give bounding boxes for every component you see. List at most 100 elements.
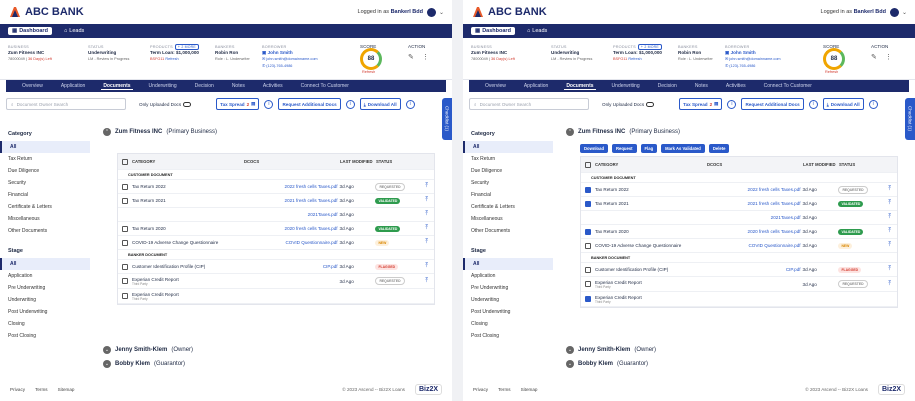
row-checkbox[interactable] [585,296,591,302]
tab-application[interactable]: Application [59,83,87,89]
table-row[interactable]: Customer Identification Profile (CIP) CIP… [118,260,434,274]
row-doc-link[interactable]: 2020 fresh cells Taxes.pdf [232,226,340,231]
owner-group-guarantor[interactable]: ⌄ Bobby Klem (Guarantor) [103,360,185,368]
owner-group-guarantor[interactable]: ⌄ Bobby Klem (Guarantor) [566,360,648,368]
row-checkbox[interactable] [122,239,128,246]
upload-icon[interactable]: ⤒ [425,183,428,190]
row-doc-link[interactable]: 2021 fresh cells Taxes.pdf [695,201,803,206]
row-checkbox[interactable] [585,242,591,249]
row-checkbox[interactable] [122,183,128,190]
category-item[interactable]: Miscellaneous [0,213,90,225]
table-row[interactable]: Experian Credit Report Third Party 3d Ago R… [581,277,897,292]
nav-dashboard[interactable]: ▦ Dashboard [471,27,515,35]
borrower-email[interactable]: ✉ john.smith@domainname.com [725,56,781,62]
chevron-down-icon[interactable]: ⌄ [902,9,907,16]
row-doc-link[interactable]: 2022 fresh cells Taxes.pdf [695,187,803,192]
bulk-delete-button[interactable]: Delete [708,144,730,153]
row-doc-link[interactable]: CIP.pdf [695,267,803,272]
category-item[interactable]: All [0,141,90,153]
category-item[interactable]: Other Documents [463,225,553,237]
row-checkbox[interactable] [122,197,128,204]
nav-leads[interactable]: ⌂ Leads [523,27,551,35]
owner-group-primary[interactable]: ⌃ Zum Fitness INC (Primary Business) [566,128,680,136]
product-refresh-link[interactable]: Refresh [628,57,641,61]
nav-dashboard[interactable]: ▦ Dashboard [8,27,52,35]
owner-search-input[interactable]: ⌕ Document Owner Search [6,98,126,110]
owner-group-owner[interactable]: ⌄ Jenny Smith-Klem (Owner) [566,346,656,354]
upload-icon[interactable]: ⤒ [425,211,428,218]
more-products-button[interactable]: + 2 MORE [174,44,199,50]
tab-documents[interactable]: Documents [564,83,596,90]
tab-overview[interactable]: Overview [20,83,45,89]
terms-link[interactable]: Terms [35,387,48,392]
row-doc-link[interactable]: COVID Questionnaire.pdf [695,243,803,248]
tax-spread-button[interactable]: Tax Spread 2 ▤ [216,98,260,110]
brand-logo[interactable]: ABC BANK [471,5,547,19]
row-doc-link[interactable]: 2021Taxes.pdf [232,212,340,217]
terms-link[interactable]: Terms [498,387,511,392]
stage-item[interactable]: Post Closing [463,330,553,342]
privacy-link[interactable]: Privacy [10,387,25,392]
category-item[interactable]: Tax Return [463,153,553,165]
bulk-mark-as-validated-button[interactable]: Mark As Validated [661,144,705,153]
category-item[interactable]: Tax Return [0,153,90,165]
row-doc-link[interactable]: 2021Taxes.pdf [695,215,803,220]
upload-icon[interactable]: ⤒ [888,242,891,249]
upload-icon[interactable]: ⤒ [425,197,428,204]
borrower-phone[interactable]: ✆ (123)-765-4986 [725,63,781,69]
category-item[interactable]: Financial [463,189,553,201]
table-row[interactable]: Tax Return 2022 2022 fresh cells Taxes.pd… [118,180,434,194]
upload-icon[interactable]: ⤒ [425,278,428,285]
stage-item[interactable]: Underwriting [463,294,553,306]
row-checkbox[interactable] [585,266,591,273]
row-doc-link[interactable]: 2020 fresh cells Taxes.pdf [695,229,803,234]
upload-icon[interactable]: ⤒ [425,239,428,246]
table-row[interactable]: Tax Return 2021 2021 fresh cells Taxes.pd… [581,197,897,211]
row-checkbox[interactable] [585,200,591,207]
info-icon[interactable]: i [345,99,355,109]
row-checkbox[interactable] [122,293,128,299]
upload-icon[interactable]: ⤒ [888,214,891,221]
category-item[interactable]: Certificate & Letters [463,201,553,213]
upload-icon[interactable]: ⤒ [425,263,428,270]
bulk-download-button[interactable]: Download [580,144,609,153]
request-docs-button[interactable]: Request Additional Docs [278,98,341,110]
stage-item[interactable]: Pre Underwriting [0,282,90,294]
info-icon[interactable]: i [808,99,818,109]
tab-decision[interactable]: Decision [656,83,679,89]
table-row[interactable]: Customer Identification Profile (CIP) CIP… [581,263,897,277]
tab-application[interactable]: Application [522,83,550,89]
category-item[interactable]: Due Diligence [463,165,553,177]
row-checkbox[interactable] [122,263,128,270]
stage-item[interactable]: Closing [463,318,553,330]
tab-connect-to-customer[interactable]: Connect To Customer [299,83,351,89]
privacy-link[interactable]: Privacy [473,387,488,392]
row-checkbox[interactable] [585,281,591,287]
edit-icon[interactable]: ✎ [408,53,414,61]
table-row[interactable]: Tax Return 2022 2022 fresh cells Taxes.pd… [581,183,897,197]
nav-leads[interactable]: ⌂ Leads [60,27,88,35]
info-icon[interactable]: i [405,99,415,109]
select-all-checkbox[interactable] [585,161,591,168]
tab-connect-to-customer[interactable]: Connect To Customer [762,83,814,89]
more-vert-icon[interactable]: ⋮ [885,53,892,61]
table-row[interactable]: Tax Return 2021 2021 fresh cells Taxes.pd… [118,194,434,208]
tab-documents[interactable]: Documents [101,83,133,90]
checklist-tab[interactable]: Checklist (1) [442,98,452,140]
avatar[interactable] [426,7,436,17]
category-item[interactable]: Miscellaneous [463,213,553,225]
tab-notes[interactable]: Notes [230,83,247,89]
info-icon[interactable]: i [264,99,274,109]
stage-item[interactable]: Application [463,270,553,282]
stage-item[interactable]: All [463,258,553,270]
table-row[interactable]: Experian Credit Report Third Party 3d Ago R… [118,274,434,289]
borrower-phone[interactable]: ✆ (123)-765-4986 [262,63,318,69]
more-products-button[interactable]: + 2 MORE [637,44,662,50]
table-row[interactable]: Experian Credit Report Third Party [581,292,897,307]
row-doc-link[interactable]: COVID Questionnaire.pdf [232,240,340,245]
info-icon[interactable]: i [727,99,737,109]
table-row[interactable]: 2021Taxes.pdf 3d Ago ⤒ [581,211,897,225]
sitemap-link[interactable]: Sitemap [58,387,75,392]
table-row[interactable]: Experian Credit Report Third Party [118,289,434,304]
stage-item[interactable]: Post Closing [0,330,90,342]
